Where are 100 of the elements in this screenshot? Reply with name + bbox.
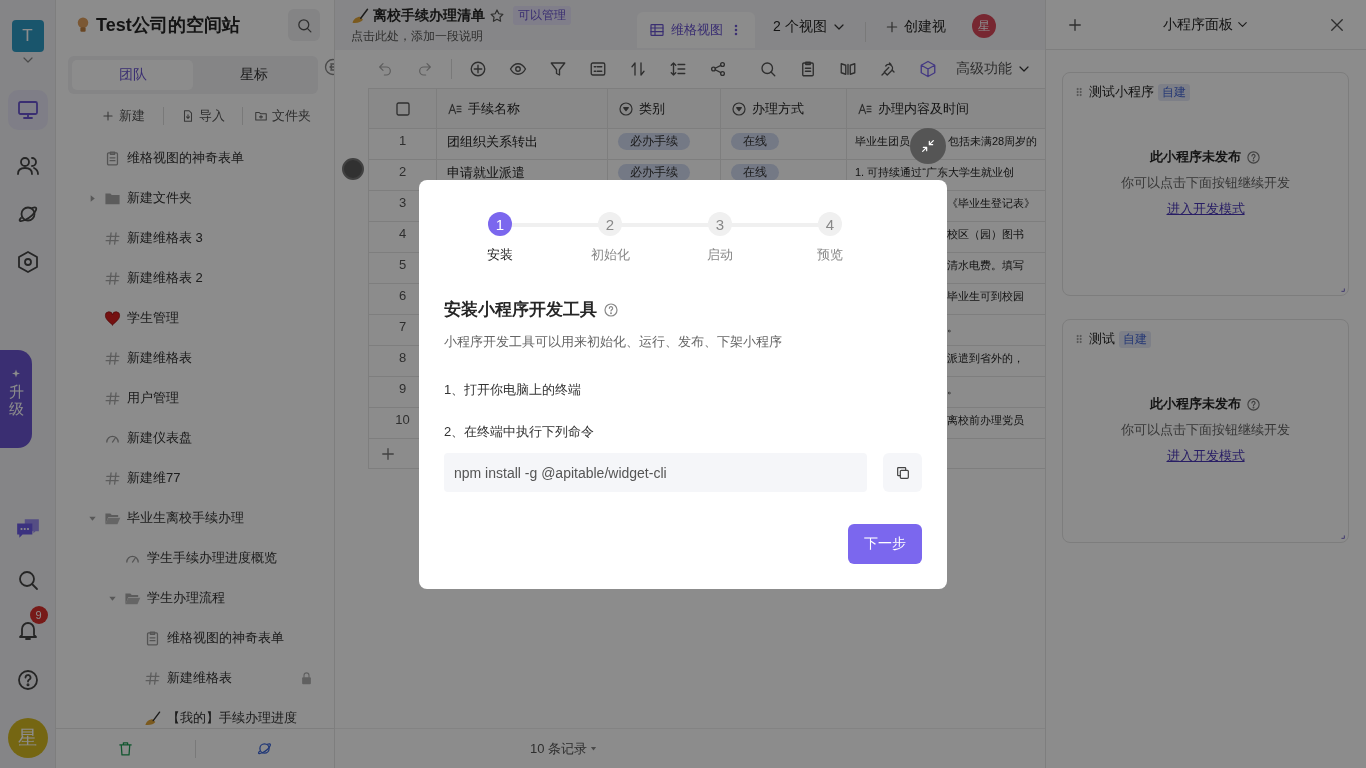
search-button[interactable]	[288, 9, 320, 41]
sidebar-tab[interactable]: 团队	[72, 60, 193, 90]
help-icon[interactable]	[1246, 149, 1261, 165]
column-header[interactable]: 办理方式	[720, 88, 847, 129]
people-icon[interactable]	[15, 154, 40, 178]
tree-item[interactable]: 新建仪表盘	[56, 418, 334, 458]
table-cell-text: 毕业生可到校园	[947, 290, 1024, 302]
form-icon	[104, 149, 121, 167]
upgrade-button[interactable]: 升级	[0, 350, 32, 448]
help-icon[interactable]	[1246, 396, 1261, 412]
tree-item[interactable]: 维格视图的神奇表单	[56, 618, 334, 658]
sort-icon[interactable]	[629, 60, 647, 78]
single-select-icon	[731, 100, 747, 117]
hexagon-icon[interactable]	[15, 250, 40, 274]
tree-item[interactable]: 新建文件夹	[56, 178, 334, 218]
tree-item[interactable]: 新建维格表 2	[56, 258, 334, 298]
view-count-dropdown[interactable]: 2 个视图	[763, 18, 857, 36]
table-cell-text: 。	[947, 383, 958, 395]
collapse-icon	[920, 138, 936, 154]
search-icon[interactable]	[759, 60, 777, 78]
tree-item[interactable]: 用户管理	[56, 378, 334, 418]
command-field[interactable]: npm install -g @apitable/widget-cli	[444, 453, 867, 492]
dev-mode-link[interactable]: 进入开发模式	[1166, 447, 1245, 465]
checkbox[interactable]	[395, 101, 410, 116]
table-cell-text: 1. 可持续通过“广东大学生就业创	[855, 166, 1014, 178]
notification-badge: 9	[29, 606, 48, 624]
filter-icon[interactable]	[549, 60, 567, 78]
share-icon[interactable]	[709, 60, 727, 78]
list-icon[interactable]	[589, 60, 607, 78]
widget-tag: 自建	[1158, 83, 1190, 101]
form-icon	[144, 629, 161, 647]
advanced-dropdown[interactable]: 高级功能	[956, 60, 1032, 78]
next-button[interactable]: 下一步	[848, 524, 922, 564]
dialog-title: 安装小程序开发工具	[444, 299, 597, 321]
sheet-title: 离校手续办理清单	[373, 6, 485, 25]
tree-item[interactable]: 毕业生离校手续办理	[56, 498, 334, 538]
columns-icon[interactable]	[839, 60, 857, 78]
drag-handle-icon[interactable]	[1073, 333, 1085, 345]
undo-icon[interactable]	[377, 61, 393, 77]
cube-icon[interactable]	[919, 60, 937, 78]
monitor-icon[interactable]	[7, 90, 48, 130]
eye-icon[interactable]	[509, 60, 527, 78]
panel-title-dropdown[interactable]: 小程序面板	[1084, 15, 1328, 34]
step-label: 预览	[817, 246, 843, 264]
record-count[interactable]: 10 条记录	[335, 728, 1045, 768]
redo-icon[interactable]	[417, 61, 433, 77]
help-icon[interactable]	[603, 301, 619, 318]
table-cell-text: 清水电费。填写	[947, 259, 1024, 271]
tree-item[interactable]: 新建维格表	[56, 658, 334, 698]
view-tab[interactable]: 维格视图	[637, 12, 755, 48]
tree-item[interactable]: 学生管理	[56, 298, 334, 338]
hash-icon	[104, 349, 121, 367]
row-number: 1	[368, 128, 437, 160]
plus-circle-icon[interactable]	[469, 60, 487, 78]
tree-item[interactable]: 新建维格表	[56, 338, 334, 378]
step-number[interactable]: 4	[818, 212, 842, 236]
step-label: 初始化	[590, 246, 630, 264]
action-link[interactable]: 新建	[84, 107, 163, 125]
tree-item[interactable]: 维格视图的神奇表单	[56, 138, 334, 178]
planet-icon[interactable]	[256, 740, 274, 757]
table-cell-text: 离校前办理党员	[947, 414, 1024, 426]
drag-handle[interactable]	[342, 158, 364, 180]
dev-mode-link[interactable]: 进入开发模式	[1166, 200, 1245, 218]
step-number[interactable]: 2	[598, 212, 622, 236]
category-tag: 必办手续	[618, 133, 690, 150]
column-header[interactable]: 办理内容及时间	[846, 88, 1045, 129]
star-icon[interactable]	[489, 7, 505, 24]
hint-text: 你可以点击下面按钮继续开发	[1121, 174, 1290, 192]
hash-icon	[104, 469, 121, 487]
step-number[interactable]: 1	[488, 212, 512, 236]
create-view-button[interactable]: 创建视	[873, 18, 956, 36]
copy-button[interactable]	[883, 453, 922, 492]
action-link[interactable]: 文件夹	[243, 107, 322, 125]
drag-handle-icon[interactable]	[1073, 86, 1085, 98]
hash-icon	[104, 269, 121, 287]
lock-icon	[299, 670, 314, 686]
hash-icon	[104, 229, 121, 247]
tree-item[interactable]: 学生办理流程	[56, 578, 334, 618]
sidebar-tab[interactable]: 星标	[193, 60, 314, 90]
table-cell-text: 。	[947, 321, 958, 333]
help-icon[interactable]	[15, 668, 40, 692]
trash-icon[interactable]	[116, 740, 134, 757]
grid-icon	[649, 22, 665, 38]
tree-item[interactable]: 学生手续办理进度概览	[56, 538, 334, 578]
import-icon	[181, 109, 195, 123]
step-number[interactable]: 3	[708, 212, 732, 236]
hash-icon	[144, 669, 161, 687]
tree-item[interactable]: 新建维格表 3	[56, 218, 334, 258]
row-height-icon[interactable]	[669, 60, 687, 78]
clipboard-icon[interactable]	[799, 60, 817, 78]
heart-icon	[104, 309, 121, 327]
action-link[interactable]: 导入	[163, 107, 243, 125]
widget-name: 测试	[1089, 330, 1115, 348]
table-cell-text: 校区（园）图书	[947, 228, 1024, 240]
instruction-text: 1、打开你电脑上的终端	[444, 381, 583, 399]
sheet-description[interactable]: 点击此处，添加一段说明	[351, 29, 629, 44]
column-header[interactable]: 类别	[607, 88, 721, 129]
tree-item[interactable]: 新建维77	[56, 458, 334, 498]
plus-icon	[101, 109, 116, 123]
column-header[interactable]: 手续名称	[436, 88, 608, 129]
